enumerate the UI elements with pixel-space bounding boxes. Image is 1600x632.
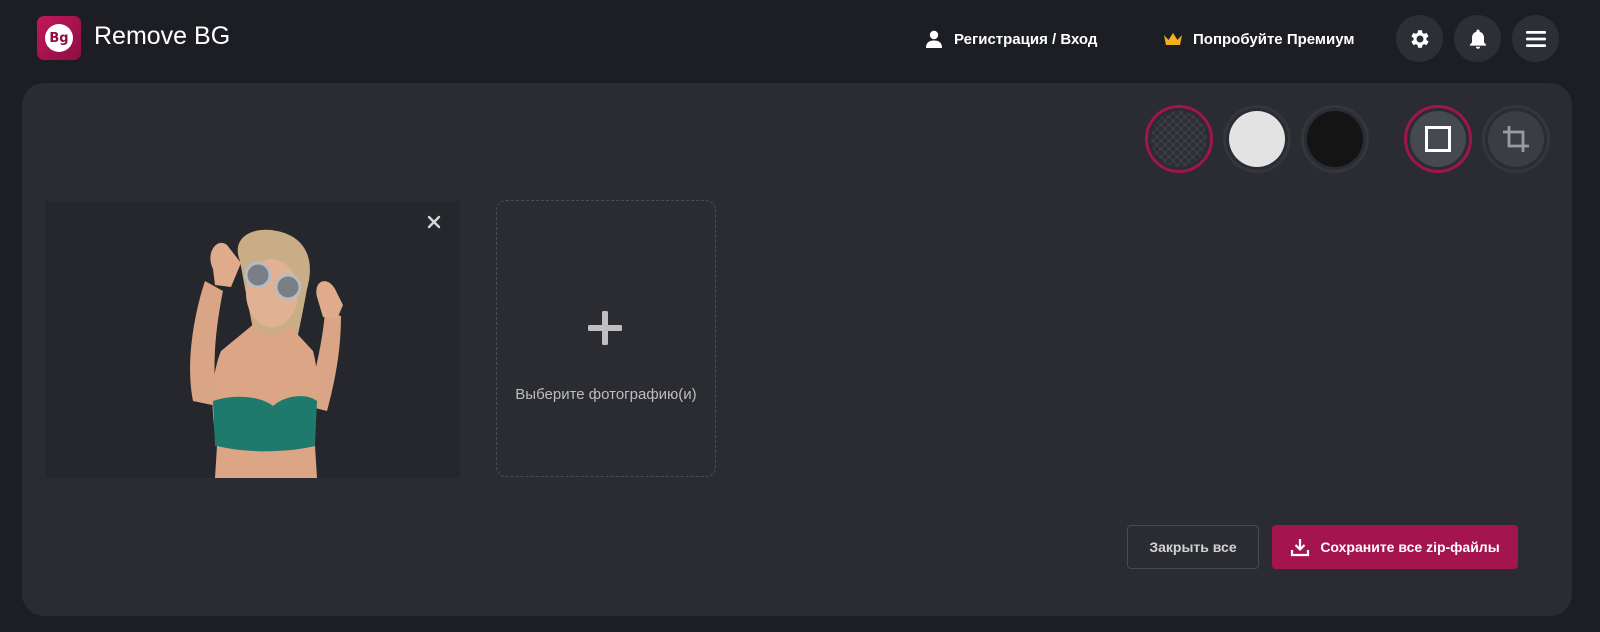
cutout-photo <box>190 229 343 478</box>
add-photo-dropzone[interactable]: Выберите фотографию(и) <box>496 200 716 477</box>
gear-icon <box>1410 29 1429 48</box>
add-photo-button[interactable] <box>585 308 625 353</box>
bell-icon <box>1469 29 1486 49</box>
workspace-panel: Выберите фотографию(и) Закрыть все Сохра… <box>22 83 1572 616</box>
transparent-background-option[interactable] <box>1145 105 1213 173</box>
checkerboard-swatch <box>1151 111 1207 167</box>
logo-mark: Bg <box>45 24 73 52</box>
notifications-button[interactable] <box>1454 15 1501 62</box>
close-icon <box>427 215 441 229</box>
login-register-link[interactable]: Регистрация / Вход <box>924 28 1097 50</box>
black-swatch <box>1307 111 1363 167</box>
frame-view-button[interactable] <box>1404 105 1472 173</box>
crown-icon <box>1164 33 1182 45</box>
login-register-label: Регистрация / Вход <box>954 30 1098 48</box>
crop-view-fill <box>1488 111 1544 167</box>
processed-image-card[interactable] <box>45 201 460 478</box>
remove-image-button[interactable] <box>424 212 444 232</box>
save-all-zip-label: Сохраните все zip-файлы <box>1320 539 1500 555</box>
square-frame-icon <box>1425 126 1451 152</box>
download-icon <box>1291 539 1310 557</box>
hamburger-menu-icon <box>1525 30 1546 47</box>
white-swatch <box>1229 111 1285 167</box>
save-all-zip-button[interactable]: Сохраните все zip-файлы <box>1272 525 1518 569</box>
crop-view-button[interactable] <box>1482 105 1550 173</box>
app-title: Remove BG <box>94 22 231 50</box>
user-icon <box>926 30 942 48</box>
main-menu-button[interactable] <box>1512 15 1559 62</box>
crop-icon <box>1503 126 1529 152</box>
try-premium-label: Попробуйте Премиум <box>1193 30 1355 48</box>
choose-photos-label: Выберите фотографию(и) <box>515 386 697 403</box>
top-bar: Bg Remove BG Регистрация / Вход Попробуй… <box>0 0 1600 80</box>
app-logo[interactable]: Bg <box>37 16 81 60</box>
settings-button[interactable] <box>1396 15 1443 62</box>
plus-icon <box>588 311 622 345</box>
close-all-button[interactable]: Закрыть все <box>1127 525 1259 569</box>
try-premium-link[interactable]: Попробуйте Премиум <box>1163 28 1354 50</box>
frame-view-fill <box>1410 111 1466 167</box>
white-background-option[interactable] <box>1223 105 1291 173</box>
black-background-option[interactable] <box>1301 105 1369 173</box>
